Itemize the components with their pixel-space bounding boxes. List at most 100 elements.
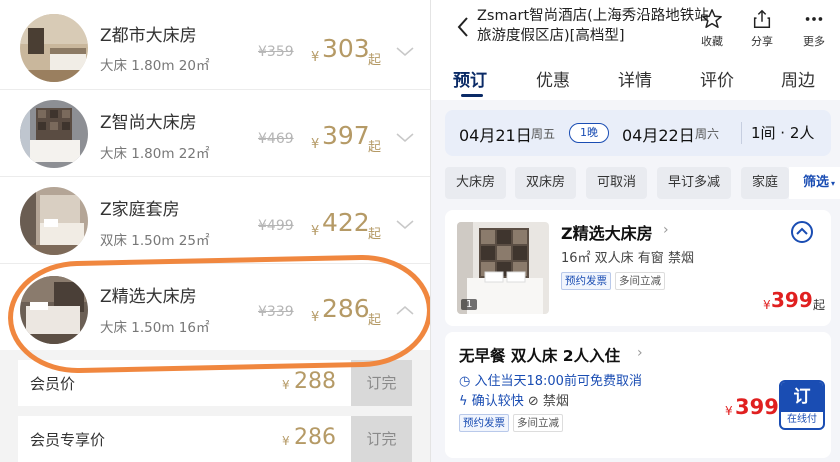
chip-king-bed[interactable]: 大床房 (445, 167, 507, 199)
share-icon (753, 9, 771, 28)
pay-online-label: 在线付 (787, 414, 817, 425)
collapse-button[interactable] (791, 221, 813, 243)
cancel-policy-text: 入住当天18:00前可免费取消 (474, 374, 642, 389)
checkin-weekday: 周五 (531, 127, 556, 141)
chevron-down-icon[interactable] (396, 215, 414, 234)
sold-out-button[interactable]: 订完 (351, 416, 412, 462)
room-price: 303 (322, 34, 370, 63)
price-suffix: 起 (368, 53, 382, 68)
more-icon (805, 17, 823, 21)
favorite-button[interactable]: 收藏 (697, 8, 727, 49)
hotel-detail-panel: Zsmart智尚酒店(上海秀沿路地铁站旅游度假区店)[高档型] 收藏 分享 更多… (430, 0, 840, 462)
cancel-policy: ◷ 入住当天18:00前可免费取消 (459, 370, 642, 389)
room-row-zhishang[interactable]: Z智尚大床房 大床 1.80m 22㎡ ¥469 ¥ 397 起 (0, 91, 430, 177)
rate-row-member: 会员价 ¥ 288 订完 (18, 360, 412, 406)
filter-label: 筛选 (803, 175, 830, 190)
chevron-right-icon: › (637, 345, 643, 361)
share-button[interactable]: 分享 (747, 8, 777, 49)
filter-chips: 大床房 双床房 可取消 早订多减 家庭 筛选 ▾ (445, 167, 840, 199)
price-suffix: 起 (368, 313, 382, 328)
room-spec: 大床 1.80m 20㎡ (100, 58, 210, 74)
tab-nearby[interactable]: 周边 (781, 66, 815, 91)
sold-out-button[interactable]: 订完 (351, 360, 412, 406)
smoking-text: 禁烟 (542, 394, 569, 409)
rate-row-member-exclusive: 会员专享价 ¥ 286 订完 (18, 416, 412, 462)
room-card-price: 399 (771, 288, 813, 312)
checkout-weekday: 周六 (695, 127, 720, 141)
room-list-panel: Z都市大床房 大床 1.80m 20㎡ ¥359 ¥ 303 起 Z智尚大床房 … (0, 0, 430, 462)
chip-twin-bed[interactable]: 双床房 (515, 167, 577, 199)
currency-symbol: ¥ (311, 224, 320, 239)
price-suffix: 起 (813, 298, 826, 312)
room-card-name: Z精选大床房 (561, 224, 653, 243)
room-thumbnail (20, 187, 88, 255)
tag-invoice: 预约发票 (459, 414, 509, 432)
more-button[interactable]: 更多 (799, 8, 829, 49)
room-spec: 大床 1.80m 22㎡ (100, 146, 210, 162)
currency-symbol: ¥ (725, 404, 733, 418)
tag-multi-room-discount: 多间立减 (513, 414, 563, 432)
room-price: 422 (322, 208, 370, 237)
rate-label: 会员价 (30, 375, 76, 393)
room-card-spec: 16㎡ 双人床 有窗 禁烟 (561, 251, 694, 266)
nights-badge: 1晚 (569, 123, 609, 143)
tag-multi-room-discount: 多间立减 (615, 272, 665, 290)
currency-symbol: ¥ (311, 137, 320, 152)
chip-early-booking[interactable]: 早订多减 (657, 167, 732, 199)
room-price: 397 (322, 121, 370, 150)
more-label: 更多 (803, 35, 825, 48)
room-photo[interactable]: 1 (457, 222, 549, 314)
rooms-guests[interactable]: 1间 · 2人 (751, 122, 814, 143)
confirm-text: 确认较快 (471, 394, 524, 409)
room-row-jingxuan[interactable]: Z精选大床房 大床 1.50m 16㎡ ¥339 ¥ 286 起 (0, 264, 430, 350)
room-row-family[interactable]: Z家庭套房 双床 1.50m 25㎡ ¥499 ¥ 422 起 (0, 178, 430, 264)
chevron-right-icon: › (663, 222, 669, 238)
room-spec: 双床 1.50m 25㎡ (100, 233, 210, 249)
chevron-down-icon[interactable] (396, 128, 414, 147)
rate-plan-title: 无早餐 双人床 2人入住 (459, 347, 621, 365)
chip-family[interactable]: 家庭 (741, 167, 790, 199)
rate-label: 会员专享价 (30, 431, 106, 449)
currency-symbol: ¥ (282, 434, 290, 448)
favorite-label: 收藏 (701, 35, 723, 48)
tab-booking[interactable]: 预订 (453, 66, 487, 91)
original-price: ¥359 (258, 44, 294, 60)
star-icon (702, 9, 722, 28)
room-name: Z智尚大床房 (100, 113, 197, 133)
filter-button[interactable]: 筛选 ▾ (789, 167, 840, 199)
room-row-dushi[interactable]: Z都市大床房 大床 1.80m 20㎡ ¥359 ¥ 303 起 (0, 4, 430, 90)
divider (741, 122, 742, 144)
original-price: ¥339 (258, 304, 294, 320)
header: Zsmart智尚酒店(上海秀沿路地铁站旅游度假区店)[高档型] 收藏 分享 更多… (431, 0, 840, 100)
rate-plan-card[interactable]: 无早餐 双人床 2人入住 › ◷ 入住当天18:00前可免费取消 ϟ 确认较快 … (445, 332, 831, 458)
chevron-up-icon (796, 227, 808, 235)
tab-bar: 预订 优惠 详情 评价 周边 (431, 66, 840, 100)
tab-reviews[interactable]: 评价 (700, 66, 734, 91)
chevron-up-icon[interactable] (396, 300, 414, 319)
photo-count: 1 (461, 299, 478, 310)
book-button[interactable]: 订 在线付 (779, 380, 825, 430)
active-tab-indicator (461, 94, 483, 97)
price-suffix: 起 (368, 227, 382, 242)
room-name: Z精选大床房 (100, 287, 197, 307)
tag-invoice: 预约发票 (561, 272, 611, 290)
checkin-date: 04月21日 (459, 126, 532, 145)
tab-details[interactable]: 详情 (618, 66, 652, 91)
date-selector[interactable]: 04月21日 周五 1晚 04月22日 周六 1间 · 2人 (445, 110, 831, 156)
checkout-date: 04月22日 (622, 126, 695, 145)
room-card[interactable]: 1 Z精选大床房 › 16㎡ 双人床 有窗 禁烟 预约发票 多间立减 ¥ 399… (445, 210, 831, 326)
lightning-icon: ϟ (459, 394, 468, 409)
room-thumbnail (20, 100, 88, 168)
tab-deals[interactable]: 优惠 (536, 66, 570, 91)
room-name: Z都市大床房 (100, 26, 197, 46)
room-price: 286 (322, 294, 370, 323)
rate-price: 286 (294, 425, 336, 450)
back-arrow-icon[interactable] (457, 16, 469, 42)
chevron-down-icon[interactable] (396, 42, 414, 61)
share-label: 分享 (751, 35, 773, 48)
clock-icon: ◷ (459, 374, 471, 389)
price-suffix: 起 (368, 140, 382, 155)
currency-symbol: ¥ (282, 378, 290, 392)
rate-plan-price: 399 (735, 395, 779, 419)
chip-cancellable[interactable]: 可取消 (586, 167, 648, 199)
